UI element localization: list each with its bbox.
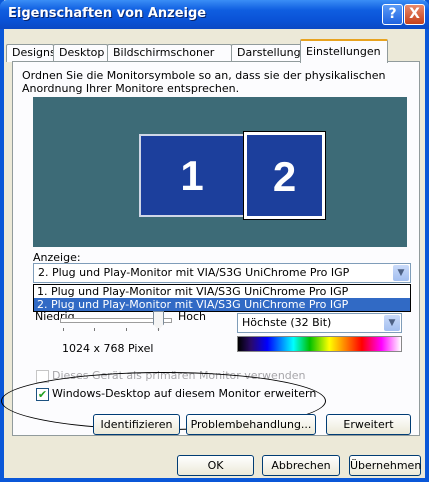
chevron-down-icon[interactable]: ▼ <box>393 265 409 281</box>
apply-button[interactable]: Übernehmen <box>349 455 421 476</box>
cancel-button[interactable]: Abbrechen <box>262 455 340 476</box>
dropdown-option-1[interactable]: 1. Plug und Play-Monitor mit VIA/S3G Uni… <box>34 285 410 298</box>
display-select-value: 2. Plug und Play-Monitor mit VIA/S3G Uni… <box>38 266 350 279</box>
advanced-button[interactable]: Erweitert <box>326 414 411 435</box>
ok-button[interactable]: OK <box>177 455 254 476</box>
tab-appearance[interactable]: Darstellung <box>231 44 303 62</box>
display-select[interactable]: 2. Plug und Play-Monitor mit VIA/S3G Uni… <box>33 263 411 283</box>
identify-button[interactable]: Identifizieren <box>93 414 180 435</box>
tab-screensaver[interactable]: Bildschirmschoner <box>107 44 232 62</box>
chevron-down-icon[interactable]: ▼ <box>384 315 400 331</box>
title-bar[interactable]: Eigenschaften von Anzeige ? X <box>0 0 429 29</box>
color-quality-value: Höchste (32 Bit) <box>242 316 332 329</box>
color-quality-select[interactable]: Höchste (32 Bit) ▼ <box>237 313 402 333</box>
description-text: Ordnen Sie die Monitorsymbole so an, das… <box>22 69 386 95</box>
window-title: Eigenschaften von Anzeige <box>8 6 207 21</box>
resolution-high-label: Hoch <box>178 310 207 323</box>
color-spectrum-bar <box>237 336 402 352</box>
slider-tick <box>94 328 95 331</box>
tab-settings[interactable]: Einstellungen <box>300 39 388 63</box>
tab-designs[interactable]: Designs <box>6 44 56 62</box>
help-button[interactable]: ? <box>382 4 403 25</box>
tab-desktop[interactable]: Desktop <box>53 44 108 62</box>
dropdown-option-2[interactable]: 2. Plug und Play-Monitor mit VIA/S3G Uni… <box>34 298 410 311</box>
monitor-1-icon[interactable]: 1 <box>139 134 245 217</box>
resolution-value: 1024 x 768 Pixel <box>62 342 154 355</box>
troubleshoot-button[interactable]: Problembehandlung... <box>186 414 316 435</box>
slider-tick <box>126 328 127 331</box>
display-dropdown-list: 1. Plug und Play-Monitor mit VIA/S3G Uni… <box>33 284 411 312</box>
close-button[interactable]: X <box>404 4 425 25</box>
slider-tick <box>158 328 159 331</box>
slider-tick <box>63 328 64 331</box>
monitor-2-icon[interactable]: 2 <box>243 131 326 220</box>
